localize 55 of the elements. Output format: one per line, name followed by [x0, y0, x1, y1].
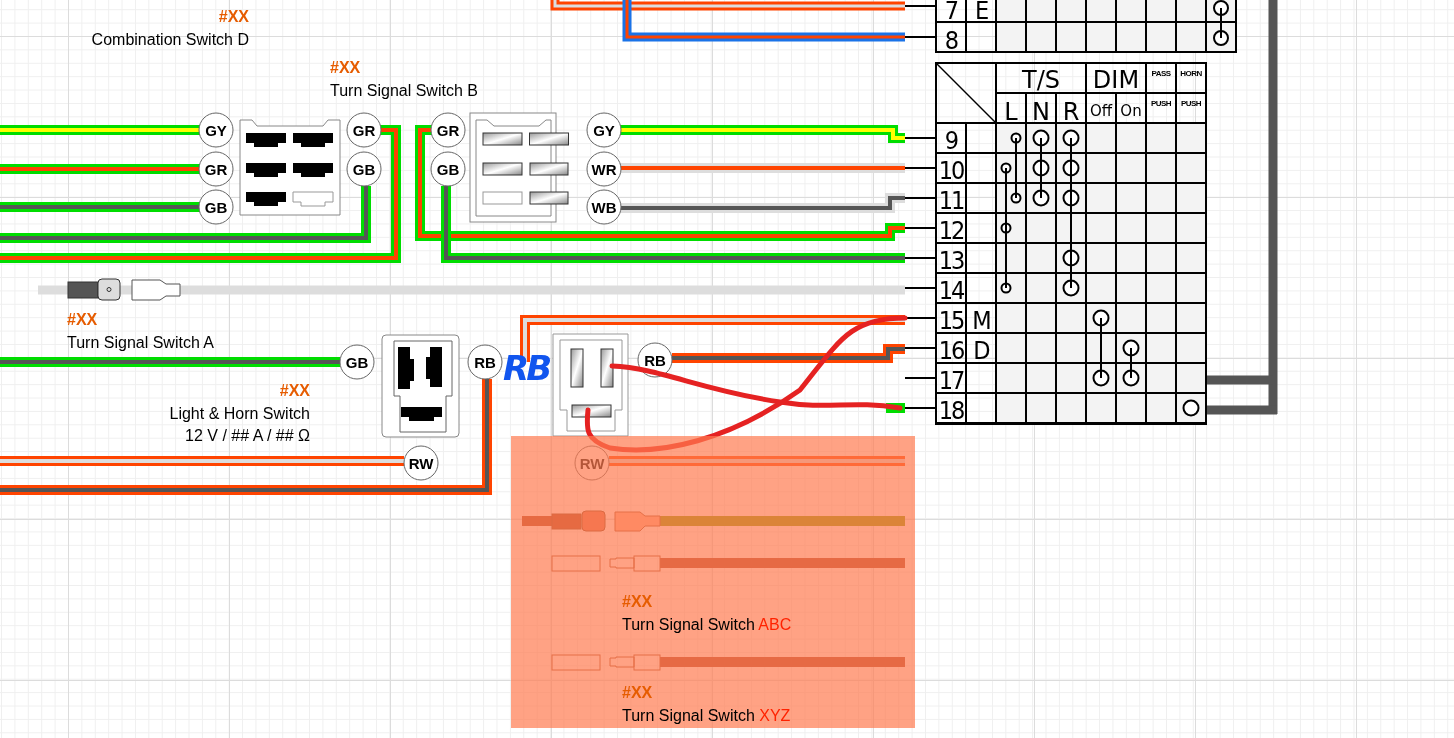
column-header: PUSH [1150, 99, 1172, 108]
wire-code-label: GB [198, 189, 234, 225]
wire-code-label: GY [198, 112, 234, 148]
component-code: #XX [622, 593, 653, 610]
row-number: 15 [938, 306, 964, 335]
row-letter: E [974, 0, 988, 25]
component-code: #XX [330, 59, 361, 76]
column-header: Off [1089, 102, 1113, 120]
wire [886, 403, 905, 413]
component-code: #XX [218, 8, 249, 25]
wire-code-label: RB [467, 344, 503, 380]
component-name: Turn Signal Switch ABC [622, 616, 792, 633]
row-number: 9 [944, 126, 958, 155]
row-number: 10 [938, 156, 964, 185]
component-name: Turn Signal Switch B [330, 82, 478, 99]
row-number: 16 [938, 336, 964, 365]
row-number: 18 [938, 396, 964, 425]
column-header: R [1062, 98, 1080, 126]
wire-code-label: WB [586, 189, 622, 225]
row-number: 7 [944, 0, 958, 25]
wire-code-label: GB [346, 151, 382, 187]
row-number: 17 [938, 366, 964, 395]
column-group-header: DIM [1092, 66, 1140, 94]
wire-code-label: GY [586, 112, 622, 148]
wire-code-label: RW [403, 445, 439, 481]
component-code: #XX [279, 382, 310, 399]
row-number: 14 [938, 276, 964, 305]
component-code: #XX [622, 684, 653, 701]
component-name: Turn Signal Switch XYZ [622, 707, 791, 724]
wire-code-label: RB [637, 342, 673, 378]
wire-code-label: GB [430, 151, 466, 187]
row-letter: M [972, 306, 990, 335]
component-code: #XX [67, 311, 98, 328]
handwritten-note: RB [503, 348, 550, 388]
wire-code-label: GR [198, 151, 234, 187]
component-name: Turn Signal Switch A [67, 334, 215, 351]
wire-code-label: GB [339, 344, 375, 380]
row-number: 12 [938, 216, 964, 245]
column-header: L [1004, 98, 1018, 126]
column-group-header: PASS [1151, 69, 1171, 78]
component-name: Combination Switch D [91, 31, 249, 48]
column-header: On [1120, 102, 1142, 120]
column-header: N [1032, 98, 1050, 126]
row-number: 8 [944, 26, 958, 55]
row-number: 13 [938, 246, 964, 275]
column-group-header: HORN [1180, 69, 1202, 78]
row-number: 11 [938, 186, 964, 215]
wire-code-label: WR [586, 151, 622, 187]
component-name: Light & Horn Switch [169, 405, 310, 422]
column-header: PUSH [1180, 99, 1202, 108]
column-group-header: T/S [1022, 66, 1060, 94]
row-letter: D [973, 336, 989, 365]
component-rating: 12 V / ## A / ## Ω [185, 427, 310, 444]
wire-code-label: GR [430, 112, 466, 148]
wire-code-label: GR [346, 112, 382, 148]
